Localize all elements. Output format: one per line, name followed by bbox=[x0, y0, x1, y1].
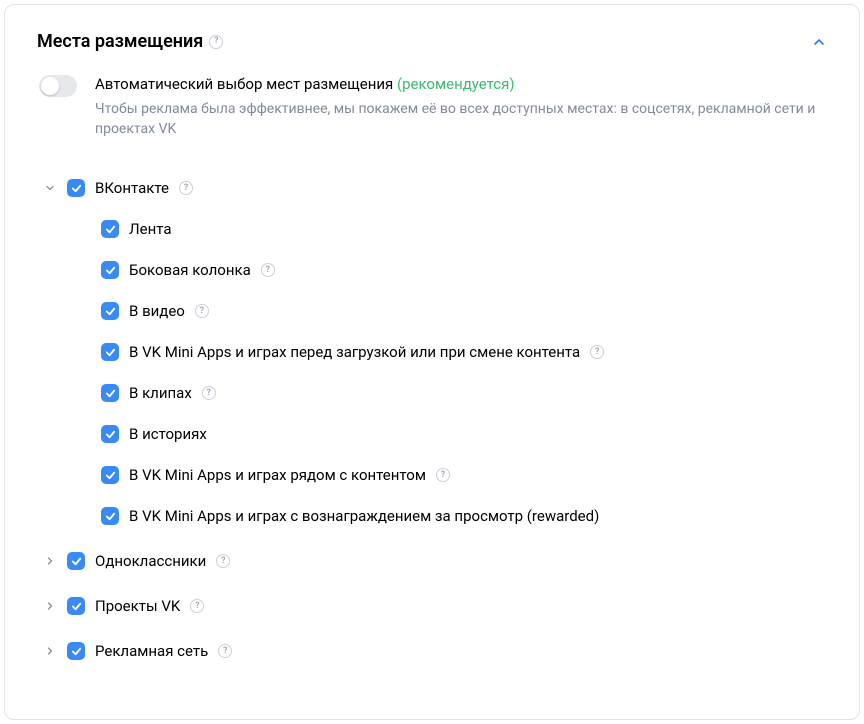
checkbox-stories[interactable] bbox=[101, 425, 119, 443]
check-icon bbox=[105, 224, 116, 235]
label-feed: Лента bbox=[129, 219, 171, 240]
chevron-up-icon bbox=[811, 34, 827, 50]
help-icon[interactable]: ? bbox=[209, 35, 223, 49]
disclose-adnet[interactable] bbox=[43, 644, 57, 658]
check-icon bbox=[71, 601, 82, 612]
help-icon[interactable]: ? bbox=[261, 263, 275, 277]
tree-group-vk: ВКонтакте ? Лента Боковая колонка ? bbox=[43, 168, 827, 537]
help-icon[interactable]: ? bbox=[436, 468, 450, 482]
collapse-toggle[interactable] bbox=[811, 34, 827, 50]
help-icon[interactable]: ? bbox=[218, 644, 232, 658]
checkbox-video[interactable] bbox=[101, 302, 119, 320]
panel-title-wrap: Места размещения ? bbox=[37, 29, 223, 54]
label-video: В видео bbox=[129, 301, 185, 322]
check-icon bbox=[105, 429, 116, 440]
label-clips: В клипах bbox=[129, 383, 192, 404]
auto-placement-title-main: Автоматический выбор мест размещения bbox=[95, 75, 397, 93]
help-icon[interactable]: ? bbox=[179, 181, 193, 195]
tree-row-vk: ВКонтакте ? bbox=[43, 168, 827, 209]
label-miniapps-reward: В VK Mini Apps и играх с вознаграждением… bbox=[129, 506, 599, 527]
label-side: Боковая колонка bbox=[129, 260, 251, 281]
help-icon[interactable]: ? bbox=[190, 599, 204, 613]
label-stories: В историях bbox=[129, 424, 207, 445]
auto-placement-description: Чтобы реклама была эффективнее, мы покаж… bbox=[95, 99, 827, 140]
tree-row-stories: В историях bbox=[101, 414, 827, 455]
label-vk: ВКонтакте bbox=[95, 178, 169, 199]
check-icon bbox=[105, 470, 116, 481]
auto-placement-recommended: (рекомендуется) bbox=[397, 75, 515, 93]
check-icon bbox=[71, 646, 82, 657]
help-icon[interactable]: ? bbox=[195, 304, 209, 318]
tree-row-miniapps-reward: В VK Mini Apps и играх с вознаграждением… bbox=[101, 496, 827, 537]
tree-row-miniapps-near: В VK Mini Apps и играх рядом с контентом… bbox=[101, 455, 827, 496]
check-icon bbox=[71, 556, 82, 567]
tree-row-miniapps-load: В VK Mini Apps и играх перед загрузкой и… bbox=[101, 332, 827, 373]
tree-row-ok: Одноклассники ? bbox=[43, 541, 827, 582]
checkbox-ok[interactable] bbox=[67, 552, 85, 570]
checkbox-miniapps-near[interactable] bbox=[101, 466, 119, 484]
help-icon[interactable]: ? bbox=[590, 345, 604, 359]
placements-panel: Места размещения ? Автоматический выбор … bbox=[4, 4, 860, 720]
checkbox-feed[interactable] bbox=[101, 220, 119, 238]
label-ok: Одноклассники bbox=[95, 551, 206, 572]
tree-group-ok: Одноклассники ? bbox=[43, 541, 827, 582]
check-icon bbox=[105, 388, 116, 399]
tree-row-adnet: Рекламная сеть ? bbox=[43, 631, 827, 672]
checkbox-side[interactable] bbox=[101, 261, 119, 279]
disclose-ok[interactable] bbox=[43, 554, 57, 568]
check-icon bbox=[105, 347, 116, 358]
checkbox-miniapps-reward[interactable] bbox=[101, 507, 119, 525]
tree-group-projects: Проекты VK ? bbox=[43, 586, 827, 627]
check-icon bbox=[105, 265, 116, 276]
chevron-right-icon bbox=[44, 600, 56, 612]
help-icon[interactable]: ? bbox=[202, 386, 216, 400]
auto-placement-text: Автоматический выбор мест размещения (ре… bbox=[95, 74, 827, 140]
check-icon bbox=[105, 511, 116, 522]
checkbox-adnet[interactable] bbox=[67, 642, 85, 660]
label-adnet: Рекламная сеть bbox=[95, 641, 208, 662]
tree-row-video: В видео ? bbox=[101, 291, 827, 332]
help-icon[interactable]: ? bbox=[216, 554, 230, 568]
disclose-projects[interactable] bbox=[43, 599, 57, 613]
tree-children-vk: Лента Боковая колонка ? В видео ? bbox=[101, 209, 827, 537]
tree-row-projects: Проекты VK ? bbox=[43, 586, 827, 627]
disclose-vk[interactable] bbox=[43, 181, 57, 195]
auto-placement-title: Автоматический выбор мест размещения (ре… bbox=[95, 74, 827, 95]
chevron-right-icon bbox=[44, 555, 56, 567]
checkbox-projects[interactable] bbox=[67, 597, 85, 615]
tree-row-clips: В клипах ? bbox=[101, 373, 827, 414]
checkbox-vk[interactable] bbox=[67, 179, 85, 197]
tree-row-feed: Лента bbox=[101, 209, 827, 250]
panel-title: Места размещения bbox=[37, 29, 203, 54]
label-projects: Проекты VK bbox=[95, 596, 180, 617]
auto-placement-toggle[interactable] bbox=[39, 75, 77, 97]
check-icon bbox=[71, 183, 82, 194]
panel-header: Места размещения ? bbox=[37, 29, 827, 54]
chevron-down-icon bbox=[44, 182, 56, 194]
auto-placement-row: Автоматический выбор мест размещения (ре… bbox=[39, 74, 827, 140]
tree-group-adnet: Рекламная сеть ? bbox=[43, 631, 827, 672]
checkbox-clips[interactable] bbox=[101, 384, 119, 402]
chevron-right-icon bbox=[44, 645, 56, 657]
label-miniapps-near: В VK Mini Apps и играх рядом с контентом bbox=[129, 465, 426, 486]
check-icon bbox=[105, 306, 116, 317]
checkbox-miniapps-load[interactable] bbox=[101, 343, 119, 361]
label-miniapps-load: В VK Mini Apps и играх перед загрузкой и… bbox=[129, 342, 580, 363]
placements-tree: ВКонтакте ? Лента Боковая колонка ? bbox=[43, 168, 827, 672]
tree-row-side: Боковая колонка ? bbox=[101, 250, 827, 291]
